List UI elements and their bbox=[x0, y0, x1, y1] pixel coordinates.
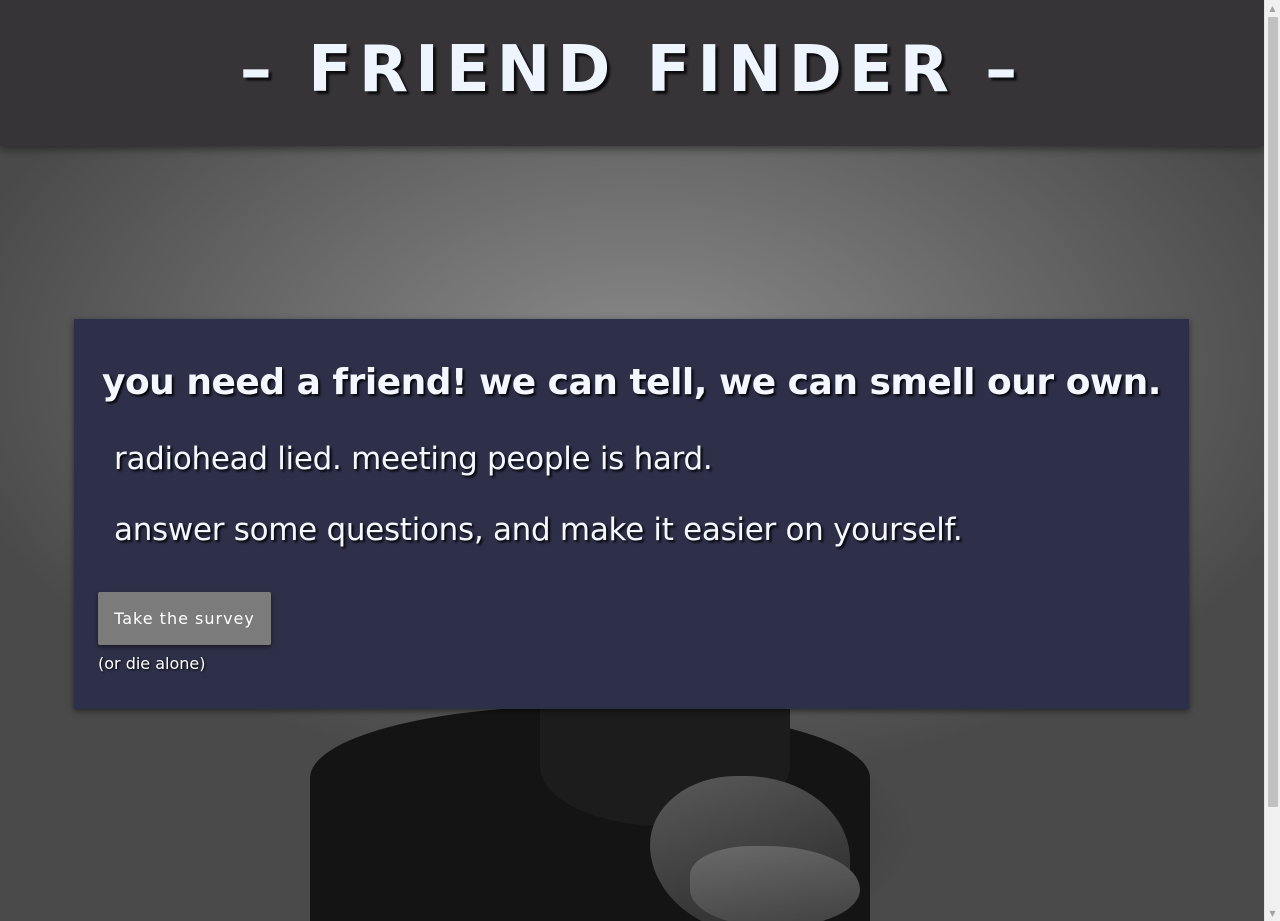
scroll-thumb[interactable] bbox=[1268, 17, 1278, 807]
vertical-scrollbar[interactable]: ▲ ▼ bbox=[1264, 0, 1280, 921]
take-survey-button[interactable]: Take the survey bbox=[98, 592, 271, 645]
scroll-down-arrow-icon[interactable]: ▼ bbox=[1265, 905, 1280, 921]
site-title: – FRIEND FINDER – bbox=[239, 33, 1025, 107]
hero-headline: you need a friend! we can tell, we can s… bbox=[101, 362, 1162, 403]
scroll-up-arrow-icon[interactable]: ▲ bbox=[1265, 0, 1280, 16]
site-header: – FRIEND FINDER – bbox=[0, 0, 1264, 146]
page: – FRIEND FINDER – you need a friend! we … bbox=[0, 0, 1264, 921]
hero-line-answer: answer some questions, and make it easie… bbox=[114, 512, 963, 548]
die-alone-subtext: (or die alone) bbox=[98, 654, 206, 673]
hero-line-radiohead: radiohead lied. meeting people is hard. bbox=[114, 441, 713, 477]
hero-card: you need a friend! we can tell, we can s… bbox=[74, 319, 1189, 709]
